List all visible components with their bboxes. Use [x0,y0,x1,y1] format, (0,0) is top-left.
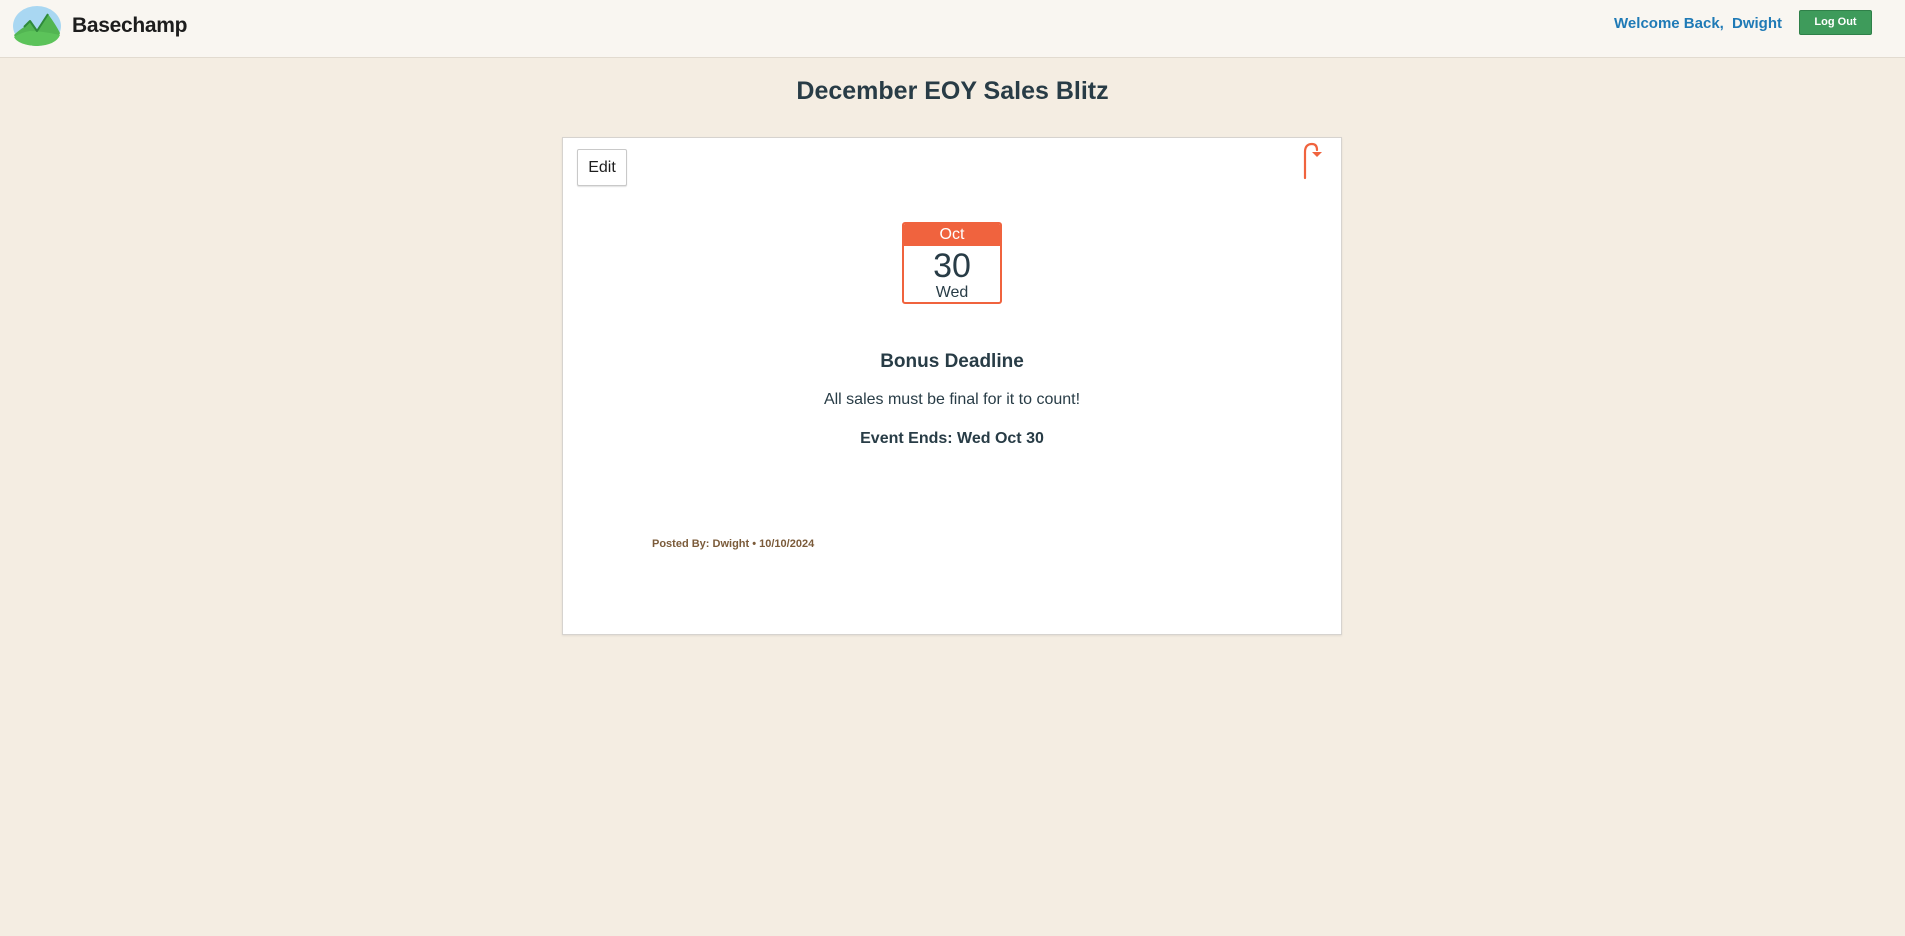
posted-by-meta: Posted By: Dwight • 10/10/2024 [652,538,815,550]
event-card: Edit Oct 30 Wed Bonus Deadline All sales… [562,137,1342,635]
date-weekday: Wed [935,284,969,301]
basecamp-mountain-logo-icon [13,6,61,46]
date-month: Oct [904,224,1000,246]
page-title: December EOY Sales Blitz [796,77,1109,105]
brand-name: Basechamp [72,14,188,37]
event-title: Bonus Deadline [880,351,1024,372]
event-end-date: Event Ends: Wed Oct 30 [860,430,1044,447]
welcome-message: Welcome Back, Dwight [1614,15,1782,32]
event-description: All sales must be final for it to count! [823,391,1081,408]
user-profile-link[interactable]: Dwight [1732,15,1782,32]
bookmark-ribbon-icon[interactable] [1301,140,1327,180]
edit-button[interactable]: Edit [577,149,627,186]
home-logo-link[interactable]: Basechamp [12,5,188,47]
logout-button[interactable]: Log Out [1799,10,1872,35]
event-date-badge: Oct 30 Wed [902,222,1002,304]
date-day: 30 [933,247,971,285]
top-navigation-bar: Basechamp Welcome Back, Dwight Log Out [0,0,1905,58]
welcome-text: Welcome Back, [1614,15,1724,32]
